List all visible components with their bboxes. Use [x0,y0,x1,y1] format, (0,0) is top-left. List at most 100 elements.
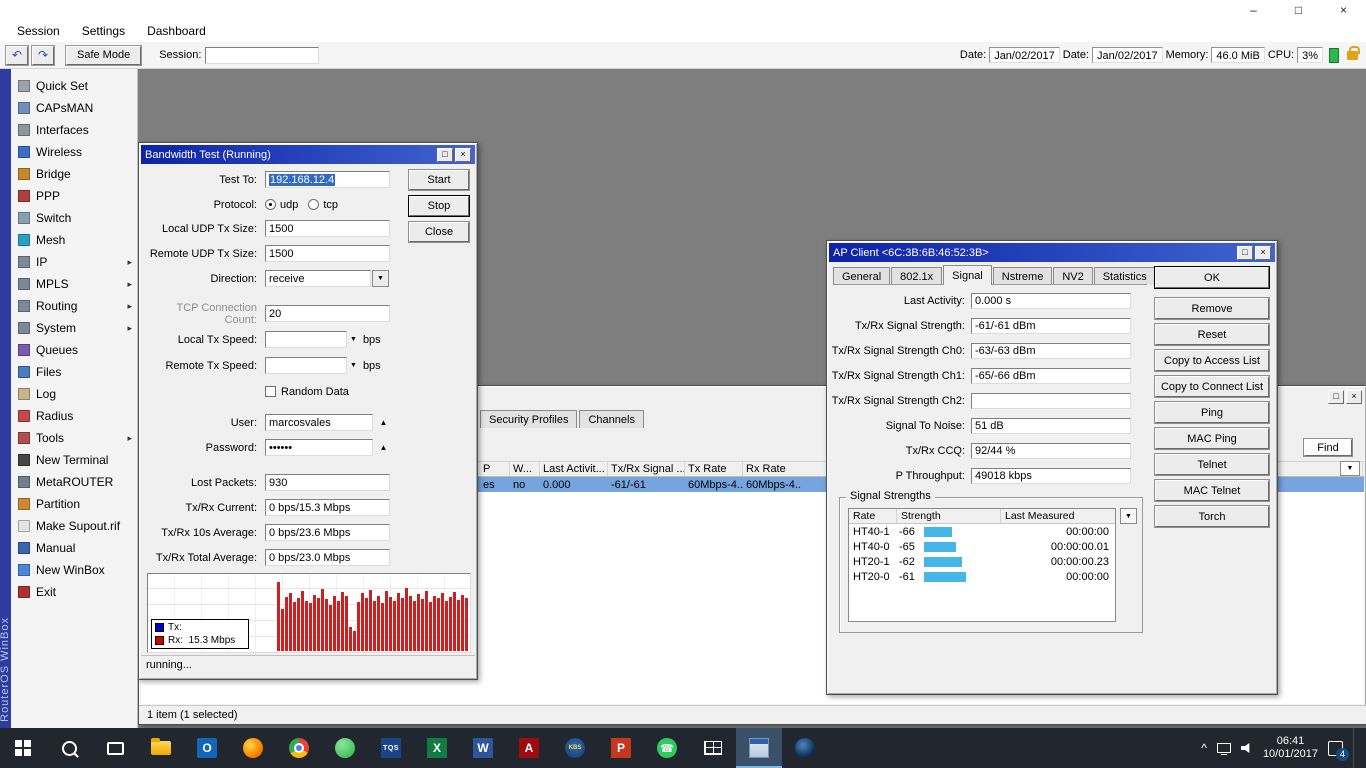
password-input[interactable]: •••••• [265,439,373,456]
sidebar-item-ppp[interactable]: PPP [11,185,137,207]
signal-strengths-table[interactable]: Rate Strength Last Measured HT40-1-6600:… [848,508,1116,622]
signal-row[interactable]: HT20-1-6200:00:00.23 [849,554,1115,569]
sidebar-item-interfaces[interactable]: Interfaces [11,119,137,141]
taskbar-chrome[interactable] [276,728,322,768]
sidebar-item-log[interactable]: Log [11,383,137,405]
tab-nv2[interactable]: NV2 [1053,267,1092,285]
sidebar-item-switch[interactable]: Switch [11,207,137,229]
sidebar-item-make-supout[interactable]: Make Supout.rif [11,515,137,537]
menu-dashboard[interactable]: Dashboard [136,24,217,38]
sidebar-item-tools[interactable]: Tools▸ [11,427,137,449]
sidebar-item-ip[interactable]: IP▸ [11,251,137,273]
sidebar-item-partition[interactable]: Partition [11,493,137,515]
column-selector-dropdown[interactable]: ▼ [1120,508,1137,524]
safe-mode-button[interactable]: Safe Mode [66,46,141,65]
sidebar-item-metarouter[interactable]: MetaROUTER [11,471,137,493]
signal-row[interactable]: HT20-0-6100:00:00 [849,569,1115,584]
taskbar-clock[interactable]: 06:41 10/01/2017 [1263,735,1318,761]
tab-statistics[interactable]: Statistics [1094,267,1156,285]
sidebar-item-system[interactable]: System▸ [11,317,137,339]
tab-general[interactable]: General [833,267,890,285]
maximize-icon[interactable]: □ [1237,246,1253,260]
taskbar-start[interactable] [0,728,46,768]
reset-button[interactable]: Reset [1155,324,1269,345]
menu-session[interactable]: Session [6,24,71,38]
remote-udp-tx-size-input[interactable]: 1500 [265,245,390,262]
tab-security-profiles[interactable]: Security Profiles [480,410,577,428]
telnet-button[interactable]: Telnet [1155,454,1269,475]
taskbar-outlook[interactable]: O [184,728,230,768]
column-header-p[interactable]: P [480,462,510,476]
bandwidth-test-dialog[interactable]: Bandwidth Test (Running) □ × Test To: 19… [138,142,478,680]
chevron-up-icon[interactable]: ▲ [377,441,390,454]
copy-to-connect-list-button[interactable]: Copy to Connect List [1155,376,1269,397]
taskbar-file-explorer[interactable] [138,728,184,768]
column-header-last-activit[interactable]: Last Activit... [540,462,608,476]
sidebar-item-wireless[interactable]: Wireless [11,141,137,163]
tab-nstreme[interactable]: Nstreme [993,267,1053,285]
find-button[interactable]: Find [1304,439,1352,456]
local-udp-tx-size-input[interactable]: 1500 [265,220,390,237]
chevron-up-icon[interactable]: ▲ [377,416,390,429]
mac-telnet-button[interactable]: MAC Telnet [1155,480,1269,501]
close-icon[interactable]: × [1346,390,1362,404]
sidebar-item-quick-set[interactable]: Quick Set [11,75,137,97]
test-to-input[interactable]: 192.168.12.4 [265,171,390,188]
close-icon[interactable]: × [455,148,471,162]
redo-button[interactable]: ↷ [32,46,54,65]
sidebar-item-exit[interactable]: Exit [11,581,137,603]
taskbar-round-badge-app[interactable]: KBS [552,728,598,768]
sidebar-item-new-winbox[interactable]: New WinBox [11,559,137,581]
action-center-icon[interactable]: 4 [1328,741,1343,756]
start-button[interactable]: Start [409,170,469,190]
tray-chevron-icon[interactable]: ^ [1201,741,1207,755]
tab-signal[interactable]: Signal [943,265,992,285]
taskbar-powerpoint[interactable]: P [598,728,644,768]
stop-button[interactable]: Stop [409,196,469,216]
bandwidth-test-titlebar[interactable]: Bandwidth Test (Running) □ × [141,145,475,164]
taskbar-acrobat[interactable]: A [506,728,552,768]
ping-button[interactable]: Ping [1155,402,1269,423]
tab-802-1x[interactable]: 802.1x [891,267,942,285]
show-desktop-button[interactable] [1353,728,1358,768]
volume-icon[interactable] [1241,742,1253,754]
signal-row[interactable]: HT40-0-6500:00:00.01 [849,539,1115,554]
sidebar-item-new-terminal[interactable]: New Terminal [11,449,137,471]
sidebar-item-capsman[interactable]: CAPsMAN [11,97,137,119]
close-icon[interactable]: × [1255,246,1271,260]
sidebar-item-queues[interactable]: Queues [11,339,137,361]
user-input[interactable]: marcosvales [265,414,373,431]
column-last-measured[interactable]: Last Measured [1001,509,1115,523]
sidebar-item-mesh[interactable]: Mesh [11,229,137,251]
ap-client-dialog[interactable]: AP Client <6C:3B:6B:46:52:3B> □ × Genera… [826,240,1278,695]
direction-select[interactable]: receive [265,270,371,287]
column-header-tx-rx-signal[interactable]: Tx/Rx Signal ... [608,462,685,476]
sidebar-item-routing[interactable]: Routing▸ [11,295,137,317]
column-strength[interactable]: Strength [897,509,1001,523]
column-header-tx-rate[interactable]: Tx Rate [685,462,743,476]
taskbar-grid-app[interactable] [690,728,736,768]
taskbar-green-circle-app[interactable] [322,728,368,768]
ap-client-titlebar[interactable]: AP Client <6C:3B:6B:46:52:3B> □ × [829,243,1275,262]
ok-button[interactable]: OK [1155,267,1269,288]
column-rate[interactable]: Rate [849,509,897,523]
sidebar-item-radius[interactable]: Radius [11,405,137,427]
taskbar-winbox[interactable] [736,728,782,768]
maximize-icon[interactable]: □ [1328,390,1344,404]
remove-button[interactable]: Remove [1155,298,1269,319]
taskbar-task-view[interactable] [92,728,138,768]
taskbar-tqs[interactable]: TQS [368,728,414,768]
taskbar-word[interactable]: W [460,728,506,768]
taskbar-excel[interactable]: X [414,728,460,768]
tab-channels[interactable]: Channels [579,410,643,428]
random-data-checkbox[interactable] [265,386,276,397]
direction-dropdown-button[interactable]: ▼ [372,270,389,287]
chevron-down-icon[interactable]: ▼ [350,336,357,343]
close-icon[interactable]: × [1321,0,1366,20]
session-input[interactable] [205,47,319,64]
sidebar-item-mpls[interactable]: MPLS▸ [11,273,137,295]
network-icon[interactable] [1217,743,1231,753]
filter-dropdown[interactable]: ▼ [1340,461,1360,476]
remote-tx-speed-input[interactable] [265,357,347,374]
local-tx-speed-input[interactable] [265,331,347,348]
